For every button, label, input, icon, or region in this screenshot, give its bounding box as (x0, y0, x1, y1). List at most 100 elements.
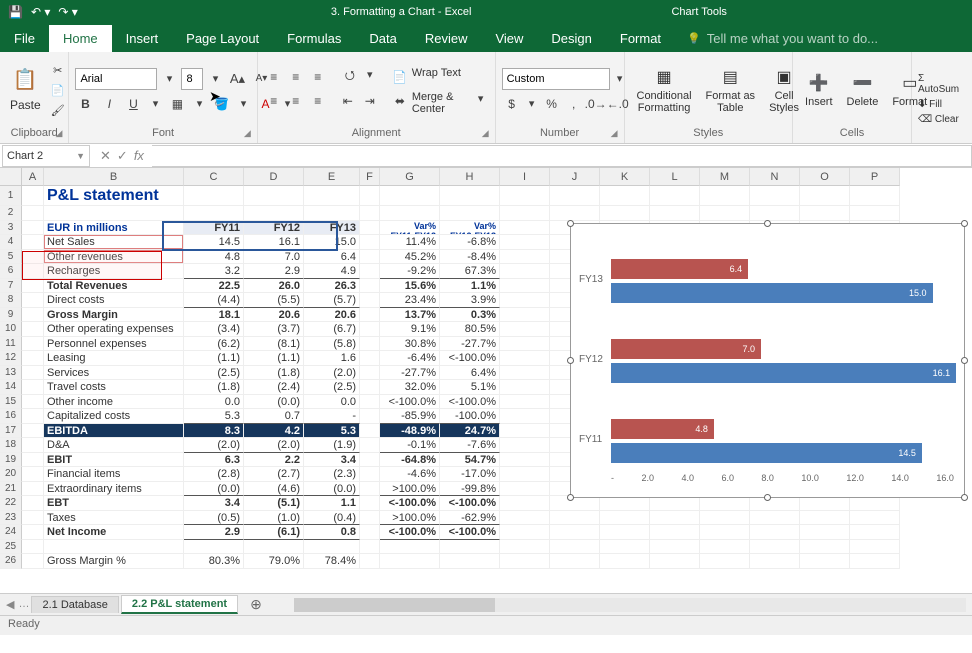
cell-L25[interactable] (650, 540, 700, 555)
cell-H5[interactable]: -8.4% (440, 250, 500, 265)
align-right-icon[interactable]: ≡ (308, 91, 328, 111)
row-header-17[interactable]: 17 (0, 424, 22, 439)
tab-home[interactable]: Home (49, 25, 112, 52)
cell-D14[interactable]: (2.4) (244, 380, 304, 395)
cell-H11[interactable]: -27.7% (440, 337, 500, 352)
cell-I17[interactable] (500, 424, 550, 439)
format-painter-icon[interactable]: 🖌 (49, 102, 67, 120)
conditional-formatting-button[interactable]: ▦Conditional Formatting (631, 66, 698, 116)
cell-P2[interactable] (850, 206, 900, 221)
cell-E13[interactable]: (2.0) (304, 366, 360, 381)
cell-P25[interactable] (850, 540, 900, 555)
cell-B8[interactable]: Direct costs (44, 293, 184, 308)
col-header-P[interactable]: P (850, 168, 900, 186)
cell-H16[interactable]: -100.0% (440, 409, 500, 424)
cell-H4[interactable]: -6.8% (440, 235, 500, 250)
cell-P23[interactable] (850, 511, 900, 526)
cell-H3[interactable]: Var%FY12-FY13 (440, 221, 500, 236)
cell-H19[interactable]: 54.7% (440, 453, 500, 468)
row-header-2[interactable]: 2 (0, 206, 22, 221)
dialog-launcher-icon[interactable]: ◢ (482, 128, 489, 139)
cell-A14[interactable] (22, 380, 44, 395)
cell-A2[interactable] (22, 206, 44, 221)
cell-C17[interactable]: 8.3 (184, 424, 244, 439)
cell-F26[interactable] (360, 554, 380, 569)
cell-G23[interactable]: >100.0% (380, 511, 440, 526)
resize-handle[interactable] (567, 494, 574, 501)
cell-N22[interactable] (750, 496, 800, 511)
align-top-icon[interactable]: ≡ (264, 67, 284, 87)
number-format-combo[interactable] (502, 68, 610, 90)
cell-F21[interactable] (360, 482, 380, 497)
cell-D3[interactable]: FY12 (244, 221, 304, 236)
cell-C19[interactable]: 6.3 (184, 453, 244, 468)
row-header-26[interactable]: 26 (0, 554, 22, 569)
chart-plot-area[interactable]: FY136.415.0FY127.016.1FY114.814.5 (611, 239, 954, 472)
cell-J26[interactable] (550, 554, 600, 569)
cell-J23[interactable] (550, 511, 600, 526)
cell-E6[interactable]: 4.9 (304, 264, 360, 279)
cell-F24[interactable] (360, 525, 380, 540)
cell-E8[interactable]: (5.7) (304, 293, 360, 308)
cell-I23[interactable] (500, 511, 550, 526)
chart-bar[interactable]: 4.8 (611, 419, 714, 439)
cell-B5[interactable]: Other revenues (44, 250, 184, 265)
cell-K24[interactable] (600, 525, 650, 540)
col-header-I[interactable]: I (500, 168, 550, 186)
cell-N2[interactable] (750, 206, 800, 221)
col-header-A[interactable]: A (22, 168, 44, 186)
cell-I4[interactable] (500, 235, 550, 250)
cell-H21[interactable]: -99.8% (440, 482, 500, 497)
cell-B7[interactable]: Total Revenues (44, 279, 184, 294)
resize-handle[interactable] (567, 357, 574, 364)
select-all-triangle[interactable] (0, 168, 22, 186)
cell-M1[interactable] (700, 186, 750, 206)
fill-button[interactable]: ⬇ Fill (918, 99, 966, 110)
resize-handle[interactable] (764, 220, 771, 227)
cell-I13[interactable] (500, 366, 550, 381)
chart-bar[interactable]: 6.4 (611, 259, 748, 279)
cell-A26[interactable] (22, 554, 44, 569)
dialog-launcher-icon[interactable]: ◢ (56, 128, 63, 139)
new-sheet-button[interactable]: ⊕ (240, 594, 272, 615)
cell-C12[interactable]: (1.1) (184, 351, 244, 366)
cell-F7[interactable] (360, 279, 380, 294)
cell-I11[interactable] (500, 337, 550, 352)
cell-G2[interactable] (380, 206, 440, 221)
cell-I20[interactable] (500, 467, 550, 482)
percent-format-icon[interactable]: % (542, 94, 562, 114)
font-name-combo[interactable] (75, 68, 157, 90)
cell-N1[interactable] (750, 186, 800, 206)
cell-B17[interactable]: EBITDA (44, 424, 184, 439)
cell-C14[interactable]: (1.8) (184, 380, 244, 395)
cell-H14[interactable]: 5.1% (440, 380, 500, 395)
cell-B25[interactable] (44, 540, 184, 555)
cell-H24[interactable]: <-100.0% (440, 525, 500, 540)
cell-D20[interactable]: (2.7) (244, 467, 304, 482)
merge-center-button[interactable]: ⬌ (390, 91, 410, 111)
cell-I3[interactable] (500, 221, 550, 236)
cell-M2[interactable] (700, 206, 750, 221)
cell-G22[interactable]: <-100.0% (380, 496, 440, 511)
cell-C18[interactable]: (2.0) (184, 438, 244, 453)
cell-I18[interactable] (500, 438, 550, 453)
font-size-dropdown-icon[interactable]: ▾ (207, 71, 223, 87)
cell-E7[interactable]: 26.3 (304, 279, 360, 294)
cell-F11[interactable] (360, 337, 380, 352)
row-header-24[interactable]: 24 (0, 525, 22, 540)
namebox-dd-icon[interactable]: ▼ (76, 151, 85, 161)
cell-G6[interactable]: -9.2% (380, 264, 440, 279)
chart-bar[interactable]: 14.5 (611, 443, 922, 463)
cell-M26[interactable] (700, 554, 750, 569)
col-header-K[interactable]: K (600, 168, 650, 186)
cell-L2[interactable] (650, 206, 700, 221)
cell-D23[interactable]: (1.0) (244, 511, 304, 526)
cell-A24[interactable] (22, 525, 44, 540)
name-box[interactable]: Chart 2▼ (2, 145, 90, 167)
tab-review[interactable]: Review (411, 25, 482, 52)
row-header-18[interactable]: 18 (0, 438, 22, 453)
cell-E11[interactable]: (5.8) (304, 337, 360, 352)
cell-B4[interactable]: Net Sales (44, 235, 184, 250)
cell-L24[interactable] (650, 525, 700, 540)
cell-F9[interactable] (360, 308, 380, 323)
